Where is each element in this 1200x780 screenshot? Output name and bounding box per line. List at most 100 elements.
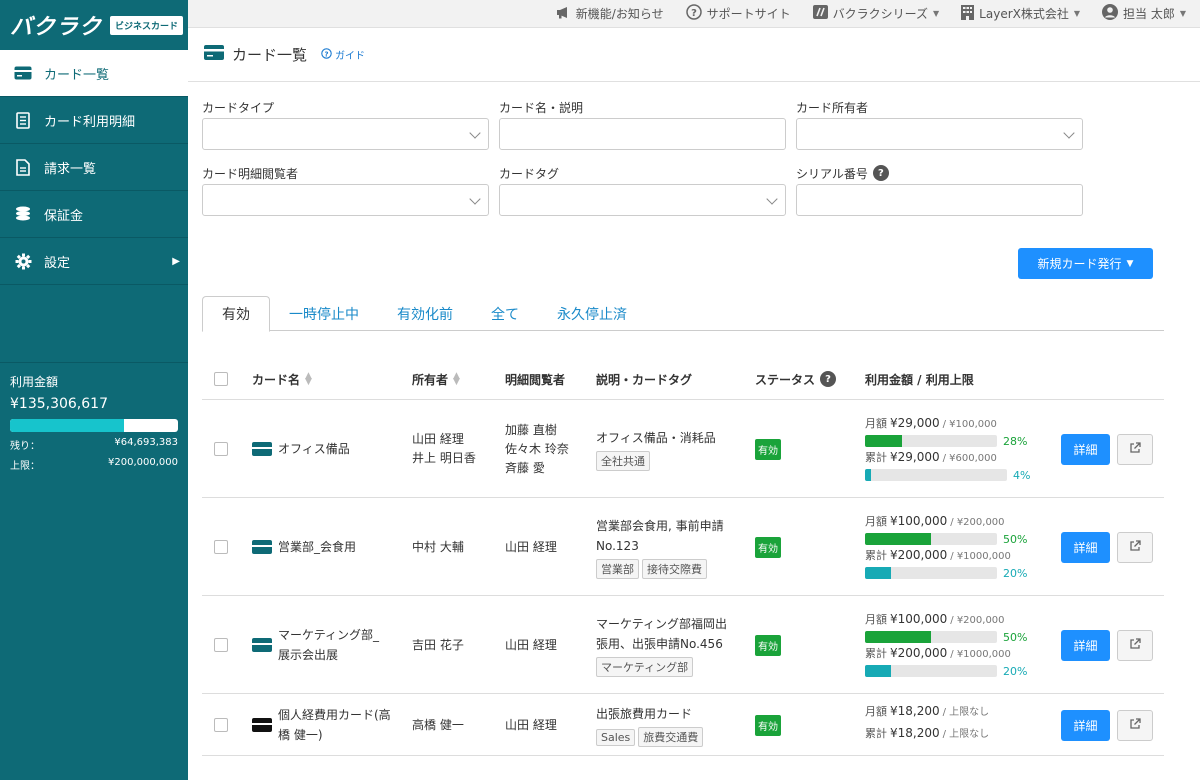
owner-select[interactable]	[796, 118, 1083, 150]
new-card-button[interactable]: 新規カード発行 ▼	[1018, 248, 1153, 279]
total-amount: ¥200,000	[890, 548, 948, 562]
tab-active[interactable]: 有効	[202, 296, 270, 332]
card-name[interactable]: オフィス備品	[278, 439, 350, 459]
total-progress: 20%	[865, 663, 1027, 679]
monthly-percent: 50%	[1003, 630, 1028, 644]
sidebar-item-deposit[interactable]: 保証金	[0, 191, 188, 238]
support-link[interactable]: ? サポートサイト	[685, 4, 791, 23]
row-checkbox[interactable]	[214, 540, 228, 554]
table-row: 営業部_会食用 中村 大輔 山田 経理 営業部会食用, 事前申請 No.123 営業部接…	[202, 498, 1164, 596]
building-icon	[961, 4, 975, 23]
logo[interactable]: バクラク ビジネスカード	[0, 0, 188, 50]
monthly-progress-track	[865, 435, 997, 447]
status-badge: 有効	[755, 634, 781, 656]
monthly-progress: 50%	[865, 629, 1027, 645]
document-icon	[14, 158, 32, 176]
chevron-down-icon	[766, 193, 778, 205]
tag-select[interactable]	[499, 184, 786, 216]
credit-card-icon	[14, 64, 32, 82]
usage-remaining-row: 残り： ¥64,693,383	[10, 437, 178, 452]
monthly-progress-fill	[865, 631, 931, 643]
monthly-limit: / 上限なし	[942, 707, 990, 718]
guide-link[interactable]: ? ガイド	[321, 47, 365, 62]
detail-button[interactable]: 詳細	[1061, 630, 1110, 661]
sidebar-item-settings[interactable]: 設定 ▶	[0, 238, 188, 285]
total-percent: 20%	[1003, 566, 1028, 580]
detail-button[interactable]: 詳細	[1061, 710, 1110, 741]
table-row: 個人経費用カード(高 橋 健一) 高橋 健一 山田 経理 出張旅費用カード Sales 旅…	[202, 694, 1164, 756]
serial-input[interactable]	[796, 184, 1083, 216]
sidebar-item-label: カード一覧	[44, 67, 110, 83]
monthly-label: 月額	[865, 613, 887, 626]
card-tag: 全社共通	[596, 450, 650, 471]
logo-sub: ビジネスカード	[110, 15, 184, 35]
col-card-name[interactable]: カード名 ▲ ▼	[252, 358, 312, 400]
company-dropdown[interactable]: LayerX株式会社 ▼	[961, 4, 1081, 23]
caret-down-icon: ▼	[1179, 9, 1186, 18]
serial-label-row: シリアル番号?	[796, 162, 1083, 184]
tab-all[interactable]: 全て	[472, 296, 538, 331]
tab-pending[interactable]: 有効化前	[378, 296, 472, 331]
external-link-icon	[1129, 540, 1141, 555]
tab-suspended[interactable]: 一時停止中	[270, 296, 378, 331]
card-type-select[interactable]	[202, 118, 489, 150]
viewer-select[interactable]	[202, 184, 489, 216]
card-type-label: カードタイプ	[202, 100, 275, 115]
user-menu[interactable]: 担当 太郎 ▼	[1102, 4, 1186, 23]
monthly-line: 月額 ¥100,000/ ¥200,000	[865, 513, 1027, 531]
total-percent: 20%	[1003, 664, 1028, 678]
sidebar-item-card-statements[interactable]: カード利用明細	[0, 97, 188, 144]
card-name[interactable]: マーケティング部_ 展示会出展	[278, 625, 379, 665]
sidebar-item-label: 設定	[44, 255, 71, 271]
external-link-button[interactable]	[1117, 532, 1153, 563]
monthly-line: 月額 ¥100,000/ ¥200,000	[865, 611, 1027, 629]
external-link-button[interactable]	[1117, 434, 1153, 465]
table-row: オフィス備品 山田 経理 井上 明日香 加藤 直樹 佐々木 玲奈 斉藤 愛 オフィス備…	[202, 400, 1164, 498]
status-badge: 有効	[755, 536, 781, 558]
help-icon[interactable]: ?	[872, 165, 889, 181]
total-amount: ¥29,000	[890, 450, 940, 464]
total-limit: / ¥600,000	[942, 453, 997, 464]
card-name[interactable]: 営業部_会食用	[278, 537, 356, 557]
row-checkbox[interactable]	[214, 718, 228, 732]
card-name[interactable]: 個人経費用カード(高 橋 健一)	[278, 705, 391, 745]
tab-terminated[interactable]: 永久停止済	[538, 296, 646, 331]
card-tag: Sales	[596, 728, 636, 746]
caret-down-icon: ▼	[1073, 9, 1081, 18]
sidebar-item-invoices[interactable]: 請求一覧	[0, 144, 188, 191]
row-checkbox[interactable]	[214, 638, 228, 652]
card-description: 営業部会食用, 事前申請 No.123	[596, 518, 724, 553]
guide-label: ガイド	[335, 51, 366, 62]
external-link-button[interactable]	[1117, 710, 1153, 741]
help-icon[interactable]: ?	[820, 371, 837, 387]
card-name-input[interactable]	[499, 118, 786, 150]
top-bar: 新機能/お知らせ ? サポートサイト バクラクシリーズ ▼ LayerX株式会社…	[188, 0, 1200, 28]
owner-label: カード所有者	[796, 100, 869, 115]
page-title: カード一覧	[232, 46, 308, 64]
logo-text: バクラク	[10, 15, 103, 40]
detail-button[interactable]: 詳細	[1061, 532, 1110, 563]
detail-button[interactable]: 詳細	[1061, 434, 1110, 465]
support-label: サポートサイト	[706, 7, 791, 21]
total-progress-fill	[865, 665, 892, 677]
monthly-line: 月額 ¥18,200/ 上限なし	[865, 703, 989, 725]
status-tabs: 有効 一時停止中 有効化前 全て 永久停止済	[202, 296, 1164, 332]
card-tags: Sales 旅費交通費	[596, 726, 706, 747]
card-tags: マーケティング部	[596, 656, 727, 677]
credit-card-icon	[252, 442, 272, 456]
external-link-icon	[1129, 442, 1141, 457]
monthly-progress: 28%	[865, 433, 1030, 449]
select-all-checkbox[interactable]	[214, 372, 228, 386]
col-owner[interactable]: 所有者 ▲ ▼	[412, 358, 460, 400]
sidebar-item-card-list[interactable]: カード一覧	[0, 50, 188, 97]
row-checkbox[interactable]	[214, 442, 228, 456]
card-viewers: 山田 経理	[505, 637, 557, 652]
external-link-button[interactable]	[1117, 630, 1153, 661]
tag-label: カードタグ	[499, 166, 560, 181]
series-dropdown[interactable]: バクラクシリーズ ▼	[812, 5, 939, 22]
sidebar-item-label: 請求一覧	[44, 161, 97, 177]
sort-icon: ▲ ▼	[305, 371, 312, 387]
gear-icon	[14, 252, 32, 270]
news-link[interactable]: 新機能/お知らせ	[556, 5, 664, 22]
company-label: LayerX株式会社	[979, 7, 1069, 21]
